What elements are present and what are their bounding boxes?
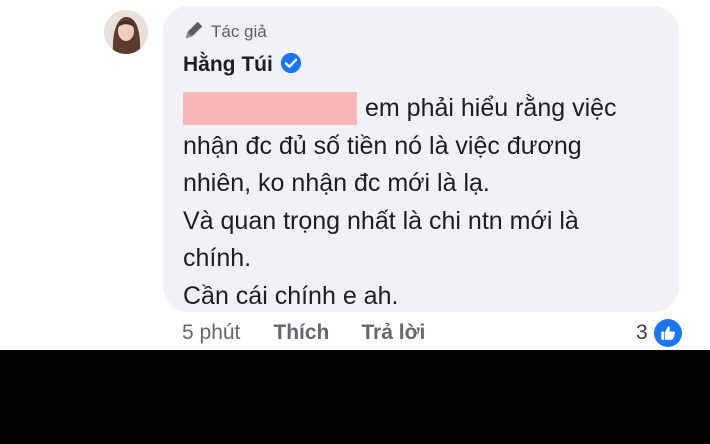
thumbs-up-icon <box>653 319 682 347</box>
author-name[interactable]: Hằng Túi <box>183 53 273 77</box>
author-badge: Tác giả <box>183 20 679 44</box>
comment-line: nhiên, ko nhận đc mới là lạ. <box>183 169 490 197</box>
comment-actions: 5 phút Thích Trả lời <box>182 318 425 348</box>
timestamp[interactable]: 5 phút <box>182 321 240 345</box>
dark-band <box>0 350 710 444</box>
reaction-count[interactable]: 3 <box>636 317 682 349</box>
reply-button[interactable]: Trả lời <box>361 321 425 345</box>
author-badge-label: Tác giả <box>211 22 267 41</box>
comment-line: em phải hiểu rằng việc <box>183 90 679 128</box>
comment-line: Cần cái chính e ah. <box>183 281 399 310</box>
like-button[interactable]: Thích <box>273 321 329 345</box>
comment-line: Và quan trọng nhất là chi ntn mới là <box>183 206 579 235</box>
comment-bubble: Tác giả Hằng Túi em phải hiểu rằng việc … <box>163 6 679 312</box>
comment-line-text: em phải hiểu rằng việc <box>365 94 617 122</box>
comment-line: nhận đc đủ số tiền nó là việc đương <box>183 131 582 160</box>
verified-badge-icon <box>280 52 302 79</box>
comment-text: em phải hiểu rằng việc nhận đc đủ số tiề… <box>183 90 679 315</box>
reaction-count-number: 3 <box>636 321 648 344</box>
avatar[interactable] <box>104 10 148 54</box>
redaction-block <box>183 92 357 126</box>
pencil-icon <box>183 19 205 46</box>
comment-line: chính. <box>183 244 252 272</box>
